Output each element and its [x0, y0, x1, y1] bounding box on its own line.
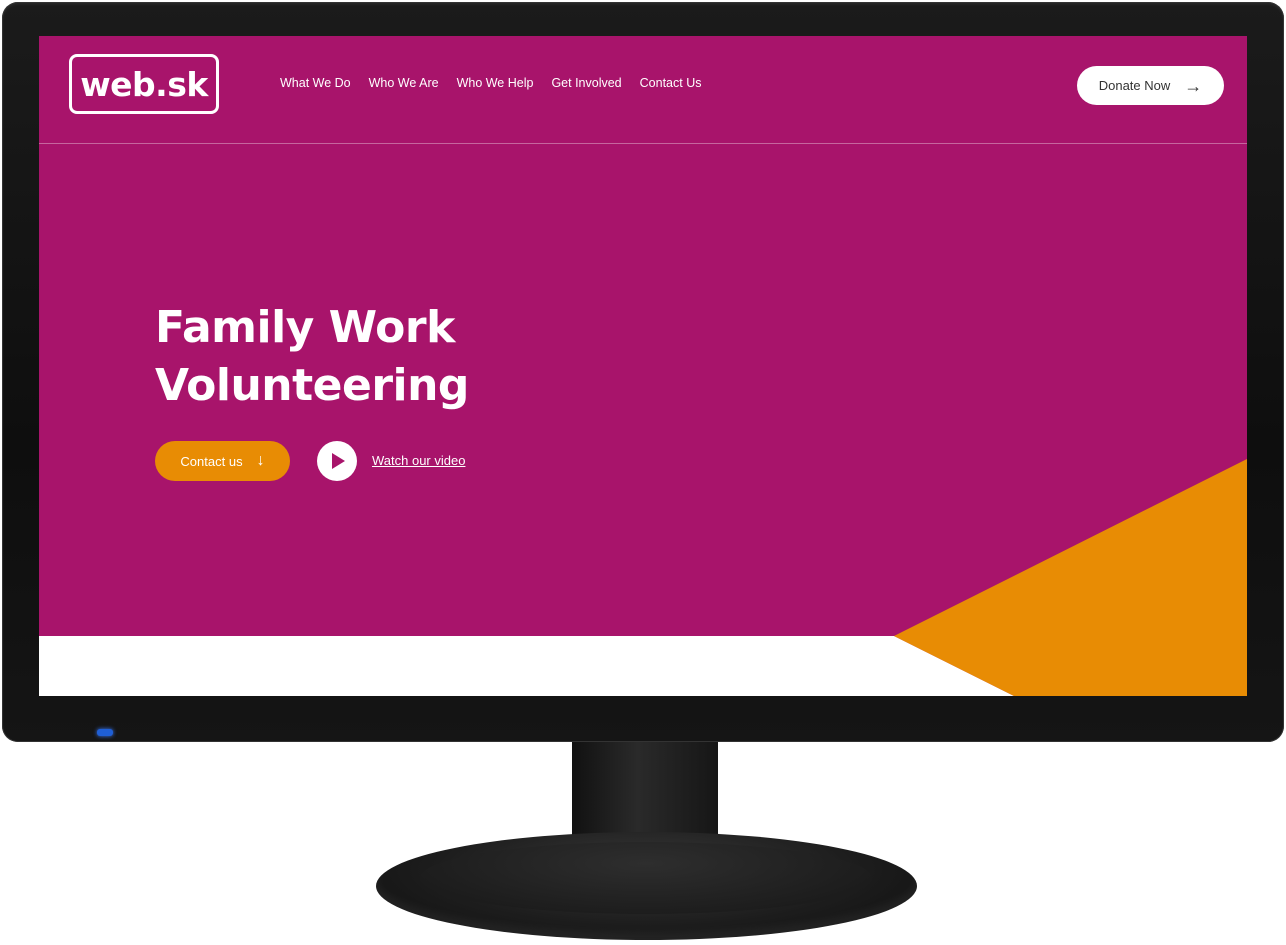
play-icon — [332, 453, 345, 469]
hero-title: Family Work Volunteering — [155, 299, 575, 415]
donate-label: Donate Now — [1098, 78, 1171, 93]
main-nav: What We Do Who We Are Who We Help Get In… — [280, 76, 701, 96]
monitor-base-top — [420, 842, 872, 914]
watch-video-link[interactable]: Watch our video — [372, 453, 465, 468]
contact-us-button[interactable]: Contact us ↓ — [155, 441, 290, 481]
nav-item-get-involved[interactable]: Get Involved — [551, 76, 621, 96]
donate-button[interactable]: Donate Now → — [1077, 66, 1224, 105]
nav-item-who-we-are[interactable]: Who We Are — [369, 76, 439, 96]
orange-wedge-shape — [894, 459, 1247, 696]
website-screen: web.sk What We Do Who We Are Who We Help… — [39, 36, 1247, 696]
site-header: web.sk What We Do Who We Are Who We Help… — [39, 36, 1247, 144]
power-indicator-icon — [97, 729, 113, 736]
white-wedge-shape — [39, 636, 1014, 696]
hero-title-line2: Volunteering — [155, 360, 469, 411]
arrow-down-icon: ↓ — [256, 452, 265, 469]
arrow-right-icon: → — [1184, 75, 1203, 96]
contact-us-label: Contact us — [180, 453, 243, 469]
nav-item-what-we-do[interactable]: What We Do — [280, 76, 351, 96]
nav-item-who-we-help[interactable]: Who We Help — [457, 76, 534, 96]
site-logo[interactable]: web.sk — [69, 54, 219, 114]
nav-item-contact-us[interactable]: Contact Us — [640, 76, 702, 96]
hero-title-line1: Family Work — [155, 302, 455, 353]
play-video-button[interactable] — [317, 441, 357, 481]
